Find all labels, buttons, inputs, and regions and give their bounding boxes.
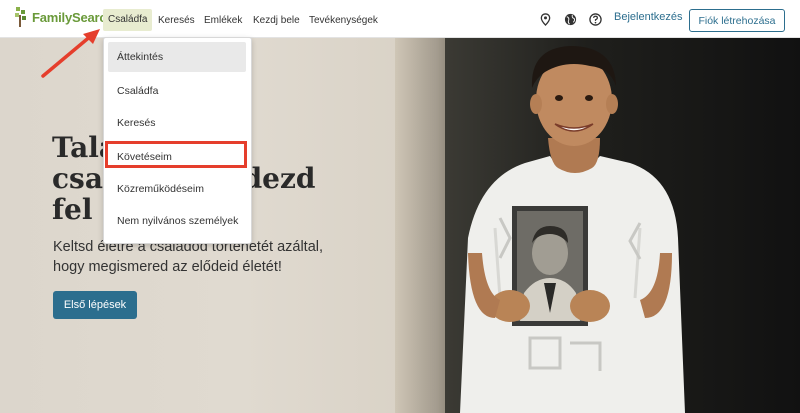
- hero-photo-boy-holding-portrait: [460, 46, 685, 413]
- help-icon[interactable]: [589, 13, 602, 26]
- family-tree-logo-icon: [15, 7, 26, 27]
- sign-in-link[interactable]: Bejelentkezés: [614, 11, 683, 23]
- annotation-highlight-box: [105, 141, 247, 168]
- nav-get-started[interactable]: Kezdj bele: [253, 10, 300, 32]
- nav-memories[interactable]: Emlékek: [204, 10, 242, 32]
- nav-family-tree[interactable]: Családfa: [103, 9, 153, 31]
- dropdown-item-search[interactable]: Keresés: [104, 108, 251, 138]
- annotation-arrow-icon: [41, 29, 100, 78]
- get-started-button[interactable]: Első lépések: [53, 291, 137, 319]
- logo-text: FamilySearch: [32, 9, 115, 25]
- dropdown-item-contributions[interactable]: Közreműködéseim: [104, 174, 251, 204]
- nav-search[interactable]: Keresés: [158, 10, 195, 32]
- nav-activities[interactable]: Tevékenységek: [309, 10, 378, 32]
- headline-line-2b: dezd: [242, 162, 316, 195]
- dropdown-item-private-people[interactable]: Nem nyilvános személyek: [104, 206, 251, 236]
- top-header: FamilySearch Családfa Keresés Emlékek Ke…: [0, 0, 800, 38]
- dropdown-item-overview[interactable]: Áttekintés: [108, 42, 246, 72]
- globe-icon[interactable]: [564, 13, 577, 26]
- dropdown-item-tree[interactable]: Családfa: [104, 76, 251, 106]
- create-account-button[interactable]: Fiók létrehozása: [689, 9, 785, 32]
- location-pin-icon[interactable]: [539, 13, 552, 26]
